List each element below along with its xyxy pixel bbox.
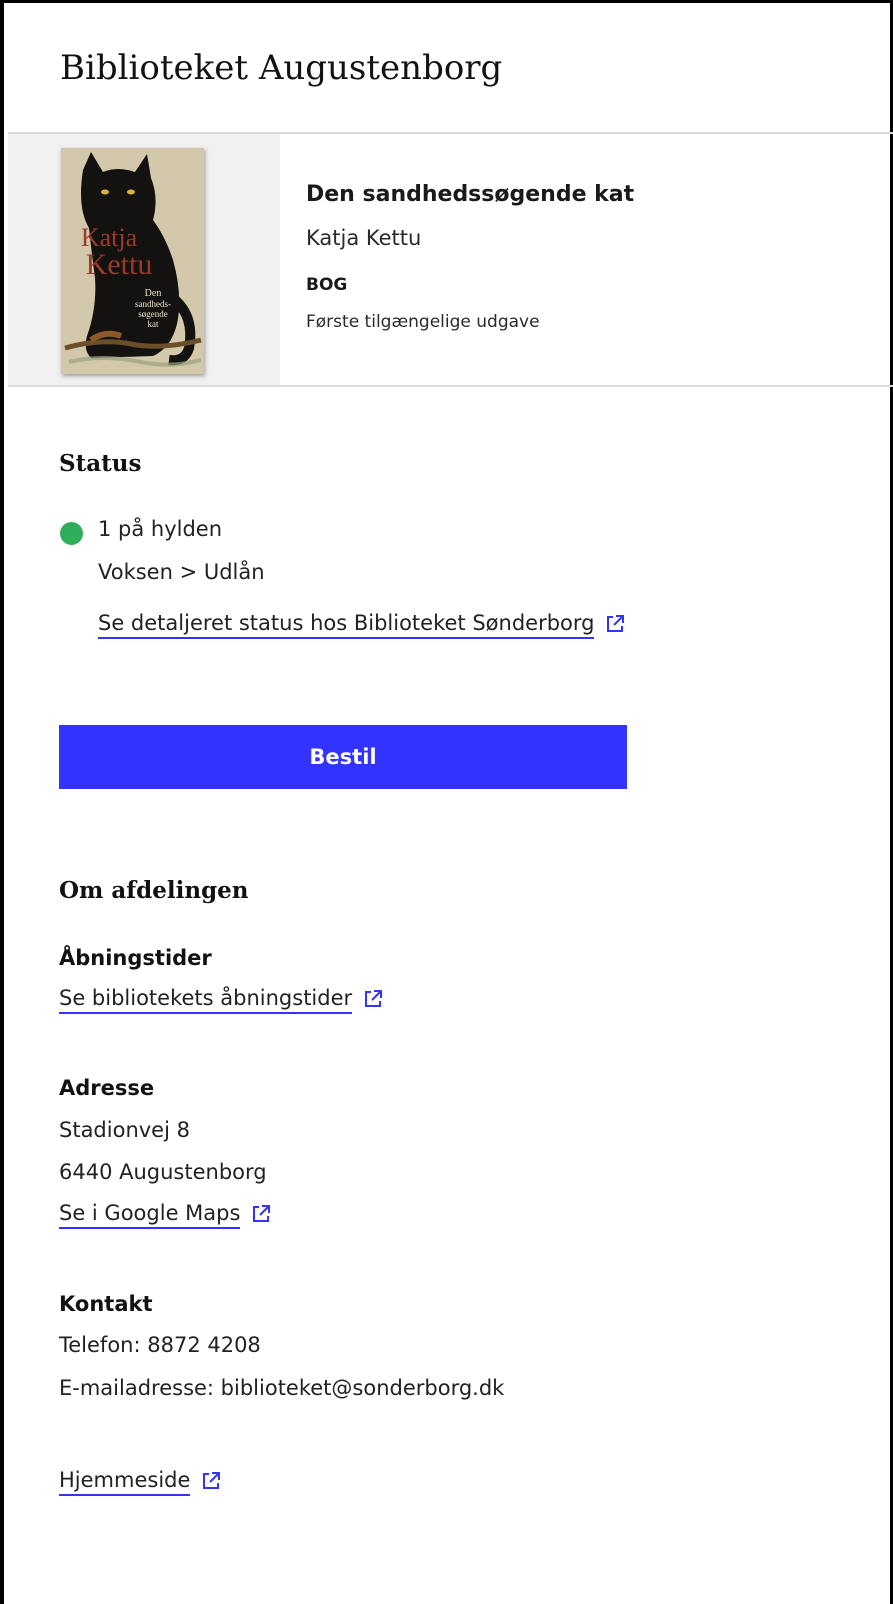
external-link-icon: [607, 615, 625, 632]
page-title: Biblioteket Augustenborg: [60, 48, 503, 88]
contact-label: Kontakt: [59, 1292, 153, 1316]
cover-area: Katja Kettu Den sandheds- søgende kat: [8, 134, 280, 385]
cover-title-line-4: kat: [148, 319, 159, 329]
contact-email: E-mailadresse: biblioteket@sonderborg.dk: [59, 1376, 505, 1400]
library-panel: Biblioteket Augustenborg Katja Kettu Den: [0, 0, 893, 1604]
book-cover-image: Katja Kettu Den sandheds- søgende kat: [61, 148, 204, 374]
material-type: BOG: [306, 275, 348, 295]
detailed-status-link-label: Se detaljeret status hos Biblioteket Søn…: [98, 611, 595, 639]
homepage-link-label: Hjemmeside: [59, 1468, 191, 1496]
external-link-icon: [203, 1472, 221, 1489]
edition-info: Første tilgængelige udgave: [306, 312, 540, 332]
address-city: 6440 Augustenborg: [59, 1160, 267, 1184]
cover-author-last: Kettu: [86, 248, 153, 281]
panel-header: Biblioteket Augustenborg: [8, 6, 893, 134]
opening-hours-link[interactable]: Se bibliotekets åbningstider: [59, 986, 384, 1014]
cover-title-line-3: søgende: [138, 309, 168, 319]
google-maps-link-label: Se i Google Maps: [59, 1201, 241, 1229]
contact-phone: Telefon: 8872 4208: [59, 1333, 261, 1357]
address-label: Adresse: [59, 1076, 155, 1100]
book-summary: Katja Kettu Den sandheds- søgende kat De…: [8, 134, 893, 387]
detailed-status-link[interactable]: Se detaljeret status hos Biblioteket Søn…: [98, 611, 626, 639]
availability-text: 1 på hylden: [98, 517, 223, 541]
homepage-link[interactable]: Hjemmeside: [59, 1468, 222, 1496]
shelf-location: Voksen > Udlån: [98, 560, 265, 584]
external-link-icon: [253, 1205, 271, 1222]
department-heading: Om afdelingen: [59, 877, 249, 904]
external-link-icon: [365, 990, 383, 1007]
opening-hours-link-label: Se bibliotekets åbningstider: [59, 986, 353, 1014]
cover-title-line-1: Den: [145, 288, 162, 299]
availability-dot: [60, 522, 83, 545]
book-author: Katja Kettu: [306, 226, 422, 250]
book-title: Den sandhedssøgende kat: [306, 182, 635, 207]
address-street: Stadionvej 8: [59, 1118, 190, 1142]
google-maps-link[interactable]: Se i Google Maps: [59, 1201, 272, 1229]
order-button[interactable]: Bestil: [59, 725, 627, 789]
status-heading: Status: [59, 450, 142, 477]
cover-title-line-2: sandheds-: [135, 299, 171, 309]
opening-hours-label: Åbningstider: [59, 946, 212, 970]
